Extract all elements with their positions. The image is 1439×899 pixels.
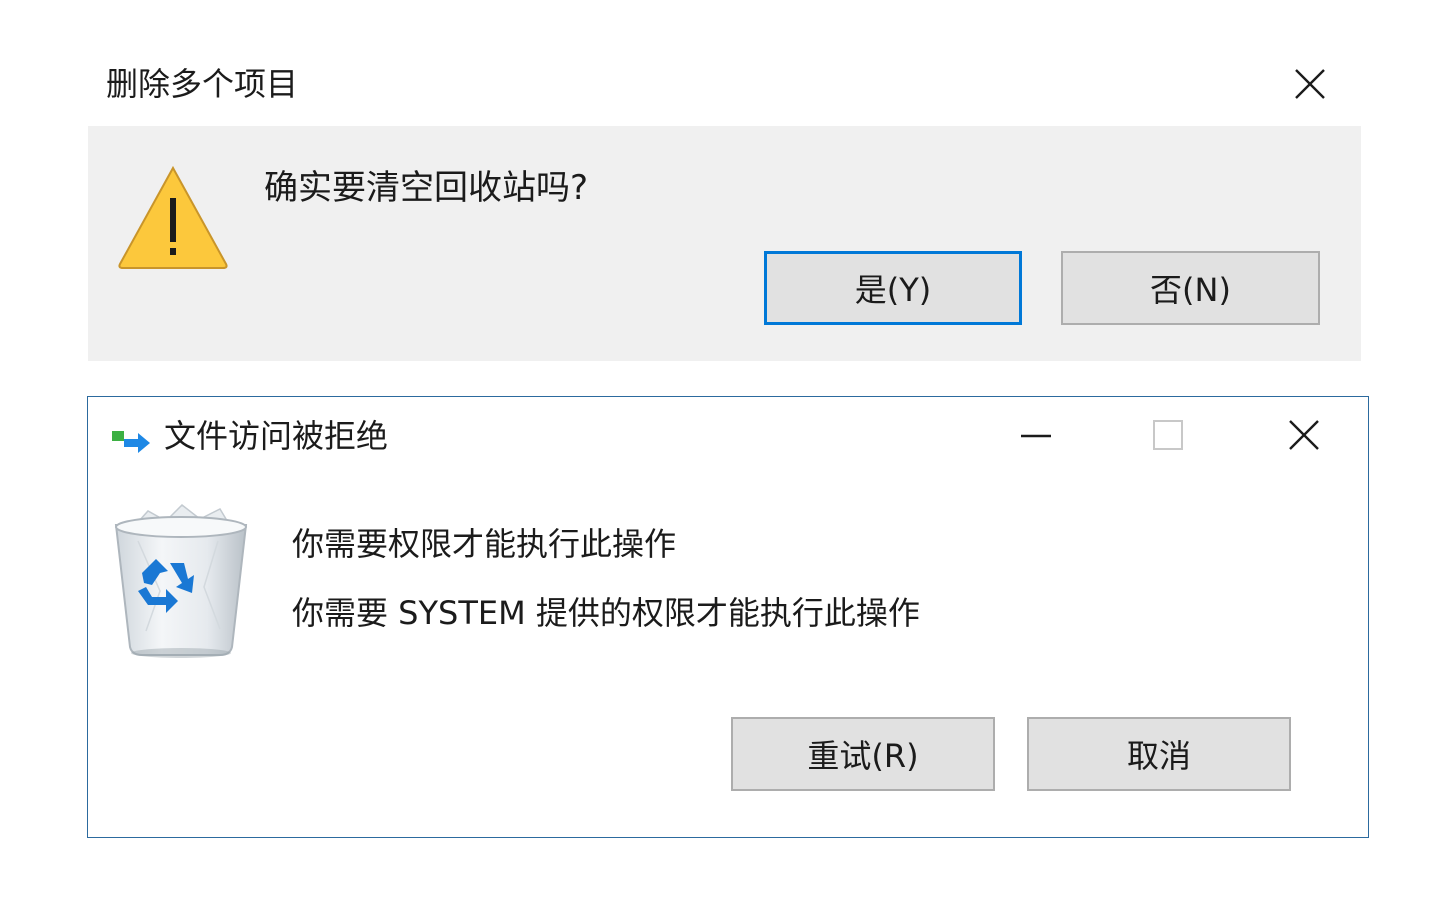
minimize-icon [1021, 434, 1051, 438]
recycle-bin-icon [114, 504, 248, 658]
retry-button[interactable]: 重试(R) [731, 717, 995, 791]
maximize-button[interactable] [1138, 409, 1198, 461]
dialog-body: 确实要清空回收站吗? 是(Y) 否(N) [88, 126, 1361, 361]
dialog-title: 删除多个项目 [106, 65, 299, 103]
delete-multiple-items-dialog: 删除多个项目 确实要清空回收站吗? 是(Y) 否(N) [88, 40, 1361, 361]
confirm-message: 确实要清空回收站吗? [264, 168, 589, 208]
system-permission-message: 你需要 SYSTEM 提供的权限才能执行此操作 [292, 594, 920, 632]
cancel-button[interactable]: 取消 [1027, 717, 1291, 791]
permission-message: 你需要权限才能执行此操作 [292, 525, 677, 563]
maximize-icon [1153, 420, 1183, 450]
file-access-denied-dialog: 文件访问被拒绝 你需要权限才能执行此操作 你需要 SYSTEM 提供的权限才能执… [87, 396, 1369, 838]
warning-icon [118, 165, 228, 269]
yes-button[interactable]: 是(Y) [764, 251, 1022, 325]
dialog-title: 文件访问被拒绝 [164, 417, 389, 455]
file-move-icon [112, 431, 150, 453]
no-button[interactable]: 否(N) [1061, 251, 1320, 325]
close-button[interactable] [1274, 409, 1334, 461]
minimize-button[interactable] [1006, 409, 1066, 461]
close-icon [1289, 420, 1319, 450]
close-button[interactable] [1284, 58, 1336, 110]
close-icon [1295, 69, 1325, 99]
